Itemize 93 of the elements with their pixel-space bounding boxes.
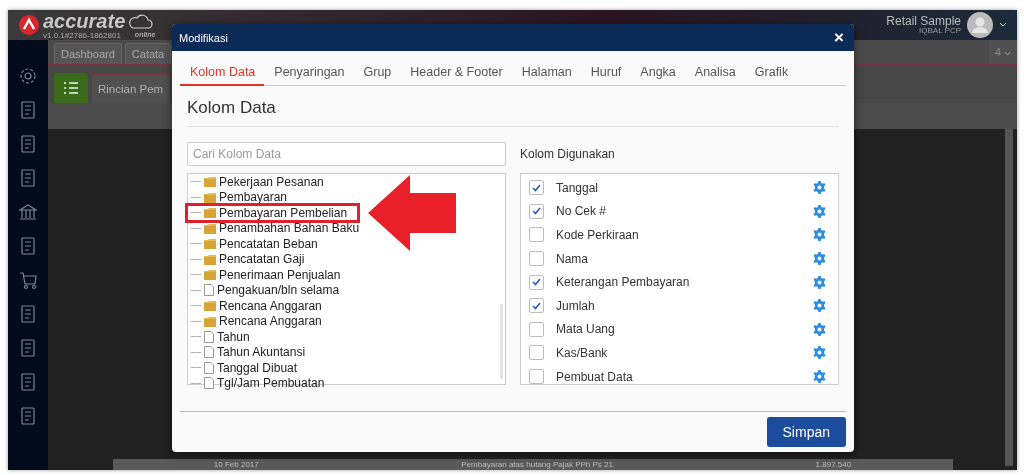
tab[interactable]: Penyaringan [264, 60, 354, 86]
save-button[interactable]: Simpan [766, 417, 846, 447]
settings-icon[interactable] [813, 322, 826, 336]
tree-item[interactable]: Pencatatan Beban [219, 236, 318, 251]
tree-item[interactable]: Tgl/Jam Pembuatan [217, 376, 325, 391]
tree-item[interactable]: Rencana Anggaran [219, 298, 322, 313]
caret-icon[interactable] [999, 22, 1007, 28]
settings-icon[interactable] [813, 299, 826, 313]
folder-icon [204, 269, 216, 281]
logo-icon [18, 14, 40, 36]
list-button[interactable] [54, 73, 88, 103]
tab[interactable]: Grup [353, 60, 401, 86]
folder-icon [204, 191, 216, 203]
column-name: Kode Perkiraan [556, 228, 640, 242]
document-icon [204, 361, 214, 374]
check-icon [532, 301, 541, 310]
tree-item[interactable]: Penambahan Bahan Baku [219, 221, 360, 236]
column-name: Pembuat Data [556, 369, 634, 384]
tree-item[interactable]: Pekerjaan Pesanan [219, 174, 324, 189]
page-tab[interactable]: Rincian Pem [92, 73, 170, 103]
settings-icon[interactable] [813, 275, 826, 289]
folder-icon [204, 238, 216, 250]
tree-item[interactable]: Tahun [217, 329, 250, 344]
folder-icon [204, 315, 216, 327]
scrollbar[interactable] [1005, 129, 1013, 466]
folder-icon [204, 176, 216, 188]
document-icon [204, 330, 214, 343]
checkbox[interactable] [529, 251, 544, 267]
tab[interactable]: Grafik [744, 60, 798, 86]
section-heading: Kolom Data [187, 98, 839, 127]
tree-item[interactable]: Rencana Anggaran [219, 314, 322, 329]
column-name: Kas/Bank [556, 345, 609, 360]
folder-icon [204, 222, 216, 234]
checkbox[interactable] [529, 298, 544, 314]
version-text: v1.0.1#2786-1862801 [43, 30, 121, 40]
tab[interactable]: Huruf [580, 60, 631, 86]
tree-item[interactable]: Pencatatan Gaji [219, 252, 305, 267]
settings-icon[interactable] [813, 228, 826, 242]
dialog-title: Modifikasi [179, 31, 228, 44]
column-name: Tanggal [556, 180, 600, 195]
cart-icon[interactable] [18, 270, 38, 290]
logo-text: accurate [43, 10, 126, 31]
settings-icon[interactable] [813, 346, 826, 360]
caret-icon [1004, 51, 1011, 56]
tree-item[interactable]: Pembayaran [219, 190, 288, 205]
checkbox[interactable] [529, 369, 544, 384]
column-name: Keterangan Pembayaran [556, 275, 691, 290]
amount-text: 1.897.540 [815, 460, 852, 469]
settings-icon[interactable] [813, 204, 826, 218]
tree-item[interactable]: Pengakuan/bln selama [217, 283, 340, 298]
tree-item[interactable]: Pembayaran Pembelian [219, 205, 348, 220]
list-icon [63, 81, 79, 95]
tree-item[interactable]: Tanggal Dibuat [217, 360, 298, 375]
tab[interactable]: Header & Footer [400, 60, 512, 86]
column-name: No Cek # [556, 204, 608, 219]
avatar-icon[interactable] [967, 12, 993, 38]
tree-item[interactable]: Penerimaan Penjualan [219, 267, 341, 282]
column-name: Jumlah [556, 298, 596, 313]
checkbox[interactable] [529, 321, 544, 337]
checkbox[interactable] [529, 345, 544, 361]
checkbox[interactable] [529, 227, 544, 243]
settings-icon[interactable] [813, 252, 826, 266]
checkbox[interactable] [529, 274, 544, 290]
document-icon [204, 346, 214, 359]
date-text: 10 Feb 2017 [213, 460, 259, 469]
checkbox[interactable] [529, 180, 544, 196]
folder-icon [204, 253, 216, 265]
company-name: Retail Sample [886, 14, 961, 28]
cloud-icon [127, 12, 154, 29]
check-icon [532, 207, 541, 216]
check-icon [532, 183, 541, 192]
tree-item[interactable]: Tahun Akuntansi [217, 345, 306, 360]
close-button[interactable]: × [834, 29, 844, 46]
column-name: Mata Uang [556, 322, 616, 337]
settings-icon[interactable] [813, 181, 826, 195]
settings-icon[interactable] [813, 370, 826, 384]
gear-icon[interactable] [18, 66, 38, 86]
tab[interactable]: Kolom Data [180, 60, 265, 86]
bank-icon[interactable] [18, 202, 38, 222]
tab[interactable]: Analisa [684, 60, 745, 86]
column-name: Nama [556, 251, 589, 266]
user-name: IQBAL PCP [919, 27, 961, 36]
document-icon [204, 284, 214, 297]
tab[interactable]: Angka [630, 60, 685, 86]
arrow-icon [368, 175, 456, 251]
check-icon [532, 278, 541, 287]
folder-icon [204, 300, 216, 312]
tab[interactable]: Halaman [511, 60, 581, 86]
description-text: Pembayaran atas hutang Pajak PPh Ps 21 [461, 460, 613, 469]
checkbox[interactable] [529, 203, 544, 219]
folder-icon [204, 207, 216, 219]
search-field[interactable]: Cari Kolom Data [187, 142, 506, 166]
list-label: Kolom Digunakan [520, 146, 616, 163]
